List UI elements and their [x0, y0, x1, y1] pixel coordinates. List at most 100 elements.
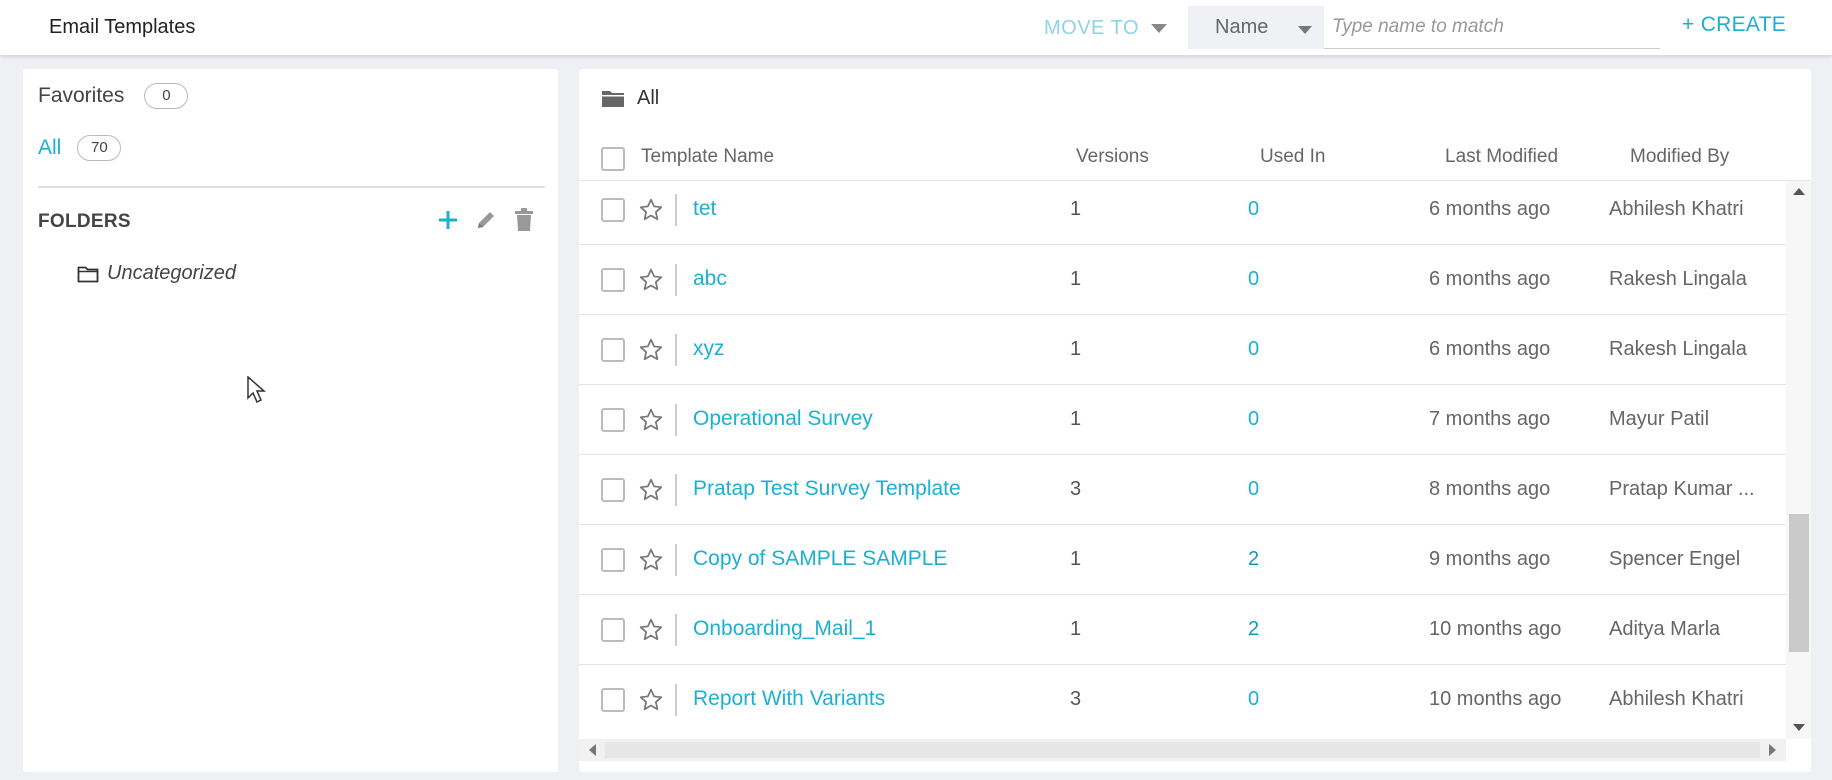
- row-separator: [675, 474, 677, 506]
- scroll-left-arrow-icon[interactable]: [589, 744, 596, 756]
- table-header: Template Name Versions Used In Last Modi…: [579, 135, 1811, 181]
- breadcrumb: All: [601, 87, 659, 110]
- versions-cell: 1: [1070, 618, 1082, 640]
- last-modified-cell: 9 months ago: [1429, 548, 1551, 570]
- pencil-icon[interactable]: [473, 207, 499, 233]
- modified-by-cell: Rakesh Lingala: [1609, 268, 1747, 290]
- template-name-link[interactable]: Onboarding_Mail_1: [693, 617, 876, 641]
- star-outline-icon[interactable]: [638, 477, 664, 503]
- used-in-link[interactable]: 0: [1248, 478, 1259, 501]
- row-checkbox[interactable]: [601, 198, 625, 222]
- favorites-filter[interactable]: Favorites 0: [38, 83, 189, 109]
- template-name-link[interactable]: Pratap Test Survey Template: [693, 477, 961, 501]
- column-header-last-modified[interactable]: Last Modified: [1445, 146, 1558, 168]
- table-row[interactable]: abc 1 0 6 months ago Rakesh Lingala: [579, 245, 1786, 315]
- modified-by-cell: Rakesh Lingala: [1609, 338, 1747, 360]
- vertical-scrollbar[interactable]: [1786, 181, 1811, 739]
- row-separator: [675, 614, 677, 646]
- scroll-up-arrow-icon[interactable]: [1793, 188, 1805, 195]
- last-modified-cell: 6 months ago: [1429, 268, 1551, 290]
- all-count-badge: 70: [77, 135, 122, 161]
- search-field-selector[interactable]: Name: [1188, 6, 1324, 49]
- column-header-template-name[interactable]: Template Name: [641, 146, 774, 168]
- row-checkbox[interactable]: [601, 688, 625, 712]
- scroll-down-arrow-icon[interactable]: [1793, 724, 1805, 731]
- row-checkbox[interactable]: [601, 338, 625, 362]
- breadcrumb-label: All: [637, 87, 660, 109]
- row-separator: [675, 544, 677, 576]
- versions-cell: 1: [1070, 198, 1082, 220]
- star-outline-icon[interactable]: [638, 197, 664, 223]
- favorites-count-badge: 0: [144, 83, 189, 109]
- used-in-link[interactable]: 0: [1248, 688, 1259, 711]
- row-checkbox[interactable]: [601, 478, 625, 502]
- last-modified-cell: 8 months ago: [1429, 478, 1551, 500]
- sidebar: Favorites 0 All 70 FOLDERS Uncategorized: [23, 69, 558, 772]
- star-outline-icon[interactable]: [638, 337, 664, 363]
- template-name-link[interactable]: xyz: [693, 337, 725, 361]
- versions-cell: 1: [1070, 548, 1082, 570]
- last-modified-cell: 10 months ago: [1429, 618, 1562, 640]
- folder-label: Uncategorized: [107, 262, 236, 284]
- versions-cell: 1: [1070, 338, 1082, 360]
- template-name-link[interactable]: tet: [693, 197, 716, 221]
- folders-heading: FOLDERS: [38, 211, 131, 232]
- star-outline-icon[interactable]: [638, 267, 664, 293]
- used-in-link[interactable]: 0: [1248, 408, 1259, 431]
- search-field-label: Name: [1215, 16, 1269, 38]
- star-outline-icon[interactable]: [638, 617, 664, 643]
- used-in-link[interactable]: 0: [1248, 198, 1259, 221]
- table-row[interactable]: tet 1 0 6 months ago Abhilesh Khatri: [579, 181, 1786, 245]
- all-filter[interactable]: All 70: [38, 135, 122, 161]
- row-separator: [675, 684, 677, 716]
- trash-icon[interactable]: [511, 207, 537, 233]
- row-checkbox[interactable]: [601, 268, 625, 292]
- move-to-dropdown[interactable]: MOVE TO: [1044, 14, 1168, 42]
- star-outline-icon[interactable]: [638, 687, 664, 713]
- star-outline-icon[interactable]: [638, 407, 664, 433]
- vertical-scroll-thumb[interactable]: [1789, 514, 1809, 652]
- caret-down-icon: [1151, 23, 1168, 33]
- star-outline-icon[interactable]: [638, 547, 664, 573]
- templates-panel: All Template Name Versions Used In Last …: [579, 69, 1811, 772]
- row-separator: [675, 404, 677, 436]
- modified-by-cell: Spencer Engel: [1609, 548, 1741, 570]
- folder-uncategorized[interactable]: Uncategorized: [77, 262, 236, 285]
- caret-down-icon: [1298, 26, 1312, 34]
- modified-by-cell: Abhilesh Khatri: [1609, 198, 1744, 220]
- scroll-right-arrow-icon[interactable]: [1769, 744, 1776, 756]
- table-row[interactable]: Report With Variants 3 0 10 months ago A…: [579, 665, 1786, 732]
- row-checkbox[interactable]: [601, 618, 625, 642]
- select-all-checkbox[interactable]: [601, 147, 625, 171]
- horizontal-scroll-thumb[interactable]: [605, 742, 1760, 758]
- column-header-used-in[interactable]: Used In: [1260, 146, 1325, 168]
- row-checkbox[interactable]: [601, 408, 625, 432]
- table-row[interactable]: Copy of SAMPLE SAMPLE 1 2 9 months ago S…: [579, 525, 1786, 595]
- used-in-link[interactable]: 0: [1248, 268, 1259, 291]
- versions-cell: 1: [1070, 268, 1082, 290]
- folder-actions: [435, 207, 537, 233]
- versions-cell: 3: [1070, 478, 1082, 500]
- all-label: All: [38, 136, 62, 159]
- horizontal-scrollbar[interactable]: [579, 739, 1786, 761]
- last-modified-cell: 7 months ago: [1429, 408, 1551, 430]
- template-name-link[interactable]: Report With Variants: [693, 687, 885, 711]
- table-row[interactable]: xyz 1 0 6 months ago Rakesh Lingala: [579, 315, 1786, 385]
- create-button[interactable]: + CREATE: [1682, 13, 1786, 37]
- favorites-label: Favorites: [38, 84, 125, 107]
- used-in-link[interactable]: 2: [1248, 548, 1259, 571]
- template-name-link[interactable]: abc: [693, 267, 727, 291]
- column-header-modified-by[interactable]: Modified By: [1630, 146, 1729, 168]
- template-name-link[interactable]: Operational Survey: [693, 407, 873, 431]
- used-in-link[interactable]: 2: [1248, 618, 1259, 641]
- row-checkbox[interactable]: [601, 548, 625, 572]
- folder-icon: [602, 91, 624, 107]
- table-row[interactable]: Onboarding_Mail_1 1 2 10 months ago Adit…: [579, 595, 1786, 665]
- used-in-link[interactable]: 0: [1248, 338, 1259, 361]
- table-row[interactable]: Pratap Test Survey Template 3 0 8 months…: [579, 455, 1786, 525]
- template-name-link[interactable]: Copy of SAMPLE SAMPLE: [693, 547, 947, 571]
- table-row[interactable]: Operational Survey 1 0 7 months ago Mayu…: [579, 385, 1786, 455]
- column-header-versions[interactable]: Versions: [1076, 146, 1149, 168]
- plus-icon[interactable]: [435, 207, 461, 233]
- search-input[interactable]: [1324, 6, 1660, 49]
